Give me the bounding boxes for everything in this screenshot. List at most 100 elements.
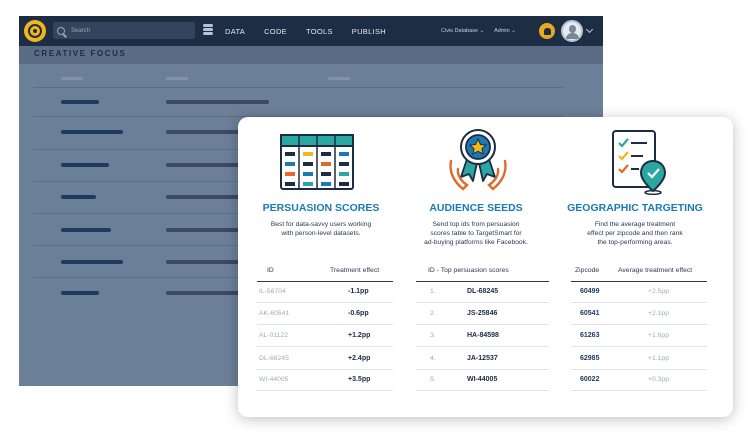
table-cell-effect: +0.3pp: [648, 376, 669, 383]
nav-code[interactable]: CODE: [264, 27, 287, 36]
nav-tools[interactable]: TOOLS: [306, 27, 333, 36]
row-divider: [416, 302, 549, 303]
header-divider: [257, 281, 393, 282]
header-divider: [571, 281, 707, 282]
row-divider: [416, 324, 549, 325]
row-divider: [416, 369, 549, 370]
row-divider: [571, 346, 707, 347]
table-cell-id: JS-25846: [467, 310, 498, 317]
table-cell-zipcode: 62985: [580, 355, 600, 362]
audience-seeds-desc-1: Send top ids from persuasion: [432, 221, 520, 228]
table-row-placeholder: [166, 100, 269, 104]
column-header-placeholder: [328, 77, 350, 80]
table-cell-effect: +2.4pp: [348, 355, 371, 362]
row-divider: [257, 369, 393, 370]
chevron-down-icon[interactable]: [585, 25, 594, 34]
database-icon[interactable]: [203, 24, 213, 37]
geographic-targeting-desc-3: the top-performing areas.: [597, 239, 673, 246]
table-cell-id: WI-44005: [467, 376, 498, 383]
table-cell-id: AK-60541: [259, 310, 290, 317]
table-cell-rank: 2.: [430, 310, 436, 317]
page-title: CREATIVE FOCUS: [34, 49, 127, 58]
table-cell-effect: +2.1pp: [648, 310, 669, 317]
table-row-placeholder: [61, 100, 99, 104]
table-cell-rank: 4.: [430, 355, 436, 362]
notification-bell-icon[interactable]: [539, 23, 555, 39]
table-row-placeholder: [61, 130, 123, 134]
avatar[interactable]: [561, 20, 583, 42]
table-row-placeholder: [166, 130, 246, 134]
table-cell-effect: +1.6pp: [648, 332, 669, 339]
row-divider: [33, 87, 563, 88]
top-navigation-bar: Search DATA CODE TOOLS PUBLISH Civis Dat…: [19, 16, 603, 46]
table-cell-id: IL-56704: [259, 288, 286, 295]
award-ribbon-hands-icon: [445, 125, 511, 198]
geographic-targeting-title: GEOGRAPHIC TARGETING: [567, 202, 703, 214]
table-cell-effect: -0.6pp: [348, 310, 369, 317]
table-row-placeholder: [166, 260, 246, 264]
table-cell-id: DL-68245: [467, 288, 499, 295]
table-row-placeholder: [166, 291, 246, 295]
header-divider: [416, 281, 549, 282]
row-divider: [571, 390, 707, 391]
table-cell-zipcode: 60499: [580, 288, 600, 295]
table-cell-zipcode: 61263: [580, 332, 600, 339]
column-header-placeholder: [61, 77, 83, 80]
geographic-targeting-desc-2: effect per zipcode and then rank: [587, 230, 683, 237]
database-dropdown[interactable]: Civis Database ⌄: [441, 28, 484, 34]
table-cell-effect: +1.1pp: [648, 355, 669, 362]
table-row-placeholder: [166, 228, 246, 232]
main-nav: DATA CODE TOOLS PUBLISH: [225, 16, 405, 46]
row-divider: [257, 324, 393, 325]
table-cell-id: WI-44005: [259, 376, 289, 383]
row-divider: [257, 346, 393, 347]
search-placeholder: Search: [71, 27, 91, 34]
table-cell-effect: -1.1pp: [348, 288, 369, 295]
nav-publish[interactable]: PUBLISH: [352, 27, 386, 36]
audience-seeds-desc-2: scores table to TargetSmart for: [430, 230, 522, 237]
table-grid-icon: [280, 134, 354, 195]
civis-logo-icon[interactable]: [24, 20, 46, 42]
table-row-placeholder: [61, 228, 111, 232]
column-header-treatment-effect: Treatment effect: [330, 267, 380, 274]
column-header-top-scores: ID - Top persuasion scores: [428, 267, 509, 274]
feature-card: PERSUASION SCORES Best for data-savvy us…: [238, 117, 733, 417]
persuasion-scores-desc-1: Best for data-savvy users working: [270, 221, 372, 228]
row-divider: [257, 302, 393, 303]
table-cell-rank: 1.: [430, 288, 436, 295]
checklist-location-pin-icon: [609, 129, 667, 200]
column-header-id: ID: [267, 267, 274, 274]
table-cell-rank: 3.: [430, 332, 436, 339]
table-cell-zipcode: 60541: [580, 310, 600, 317]
audience-seeds-title: AUDIENCE SEEDS: [429, 202, 523, 214]
table-cell-zipcode: 60022: [580, 376, 600, 383]
table-row-placeholder: [61, 291, 99, 295]
column-header-average-effect: Average treatment effect: [618, 267, 693, 274]
persuasion-scores-desc-2: with person-level datasets.: [281, 230, 361, 237]
table-cell-id: DL-68245: [259, 355, 289, 362]
admin-dropdown[interactable]: Admin ⌄: [494, 28, 516, 34]
persuasion-scores-title: PERSUASION SCORES: [262, 202, 380, 214]
geographic-targeting-desc-1: Find the average treatment: [594, 221, 676, 228]
table-cell-id: AL-01122: [259, 332, 288, 339]
table-row-placeholder: [61, 163, 109, 167]
row-divider: [571, 369, 707, 370]
search-input[interactable]: Search: [53, 22, 195, 39]
table-cell-rank: 5.: [430, 376, 436, 383]
column-header-zipcode: Zipcode: [575, 267, 600, 274]
nav-data[interactable]: DATA: [225, 27, 245, 36]
row-divider: [257, 390, 393, 391]
table-row-placeholder: [61, 195, 96, 199]
row-divider: [571, 302, 707, 303]
table-row-placeholder: [61, 260, 123, 264]
table-cell-id: JA-12537: [467, 355, 498, 362]
row-divider: [571, 324, 707, 325]
table-cell-effect: +1.2pp: [348, 332, 371, 339]
table-cell-effect: +3.5pp: [348, 376, 371, 383]
row-divider: [416, 346, 549, 347]
table-row-placeholder: [166, 195, 246, 199]
account-menus: Civis Database ⌄ Admin ⌄: [441, 16, 526, 46]
search-icon: [57, 26, 65, 35]
table-row-placeholder: [166, 163, 246, 167]
column-header-placeholder: [166, 77, 188, 80]
